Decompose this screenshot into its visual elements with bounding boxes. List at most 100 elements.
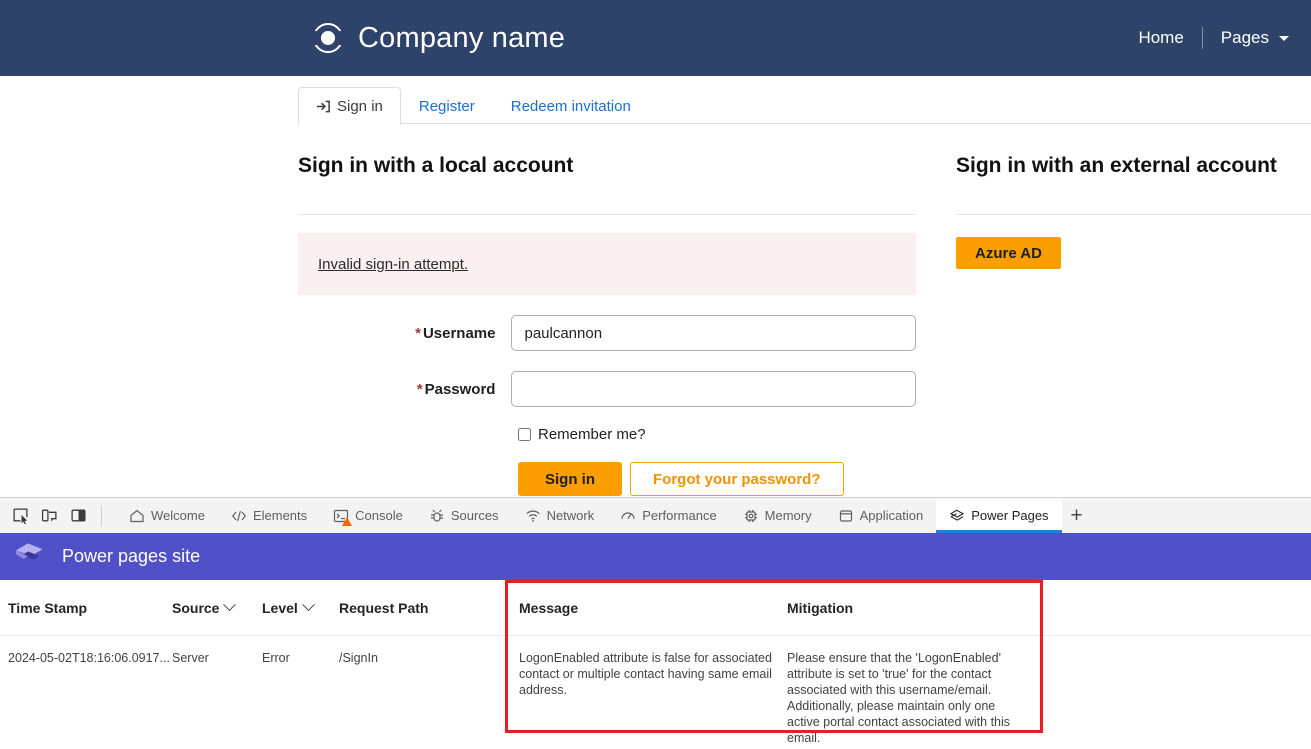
required-marker: *: [417, 381, 423, 398]
username-row: *Username: [298, 315, 916, 351]
tab-sign-in[interactable]: Sign in: [298, 87, 401, 125]
devtools-tab-application-label: Application: [860, 508, 924, 523]
signin-page: Sign in Register Redeem invitation Sign …: [0, 76, 1311, 497]
devtools-tab-sources-label: Sources: [451, 508, 499, 523]
username-field[interactable]: [511, 315, 916, 351]
cell-level: Error: [262, 636, 339, 666]
site-navbar: Company name Home Pages: [0, 0, 1311, 76]
log-table-header: Time Stamp Source Level Request Path Mes…: [0, 580, 1311, 636]
tab-register[interactable]: Register: [401, 87, 493, 124]
tab-redeem-invitation[interactable]: Redeem invitation: [493, 87, 649, 124]
devtools-tab-memory[interactable]: Memory: [730, 498, 825, 533]
column-header-request-path-label: Request Path: [339, 600, 428, 616]
power-pages-diamond-icon: [14, 537, 48, 576]
brand[interactable]: Company name: [313, 22, 565, 55]
power-pages-log-table: Time Stamp Source Level Request Path Mes…: [0, 580, 1311, 749]
username-label: *Username: [298, 325, 511, 342]
local-account-column: Sign in with a local account Invalid sig…: [298, 124, 936, 496]
devtools-tab-performance[interactable]: Performance: [607, 498, 729, 533]
column-header-source[interactable]: Source: [172, 600, 262, 616]
cell-mitigation: Please ensure that the 'LogonEnabled' at…: [773, 636, 1028, 746]
devtools-tab-application[interactable]: Application: [825, 498, 937, 533]
tab-redeem-invitation-label: Redeem invitation: [511, 98, 631, 115]
device-toolbar-icon[interactable]: [37, 504, 61, 528]
devtools-tab-console-label: Console: [355, 508, 403, 523]
code-brackets-icon: [231, 508, 247, 524]
column-header-time-stamp[interactable]: Time Stamp: [0, 600, 172, 616]
dock-side-icon[interactable]: [66, 504, 90, 528]
password-label: *Password: [298, 381, 511, 398]
devtools-tab-memory-label: Memory: [765, 508, 812, 523]
forgot-password-button[interactable]: Forgot your password?: [630, 462, 844, 496]
required-marker: *: [415, 325, 421, 342]
bug-icon: [429, 508, 445, 524]
signin-button-row: Sign in Forgot your password?: [298, 462, 916, 496]
column-header-mitigation-label: Mitigation: [787, 600, 853, 616]
nav-link-pages[interactable]: Pages: [1203, 24, 1287, 52]
devtools-tab-power-pages[interactable]: Power Pages: [936, 498, 1061, 533]
sign-in-button[interactable]: Sign in: [518, 462, 622, 496]
cell-message: LogonEnabled attribute is false for asso…: [505, 636, 773, 698]
console-warning-badge: [342, 517, 352, 526]
column-header-time-stamp-label: Time Stamp: [8, 600, 87, 616]
column-header-message[interactable]: Message: [505, 600, 773, 616]
sign-in-icon: [316, 99, 331, 114]
devtools-tabbar: Welcome Elements Console: [0, 498, 1311, 533]
home-icon: [129, 508, 145, 524]
devtools-tab-network[interactable]: Network: [512, 498, 608, 533]
username-label-text: Username: [423, 325, 496, 342]
chip-icon: [743, 508, 759, 524]
password-row: *Password: [298, 371, 916, 407]
navbar-links: Home Pages: [1120, 24, 1293, 52]
auth-tabs: Sign in Register Redeem invitation: [0, 76, 1311, 124]
console-terminal-icon: [333, 508, 349, 524]
devtools-tab-elements-label: Elements: [253, 508, 307, 523]
table-row[interactable]: 2024-05-02T18:16:06.0917... Server Error…: [0, 636, 1311, 749]
password-label-text: Password: [425, 381, 496, 398]
column-header-request-path[interactable]: Request Path: [339, 600, 505, 616]
column-header-mitigation[interactable]: Mitigation: [773, 600, 1028, 616]
chevron-down-icon[interactable]: [302, 598, 315, 611]
cell-request-path: /SignIn: [339, 636, 505, 666]
azure-ad-button[interactable]: Azure AD: [956, 237, 1061, 269]
remember-me-label[interactable]: Remember me?: [538, 426, 646, 443]
add-panel-button[interactable]: +: [1062, 498, 1092, 533]
cell-spacer: [1028, 636, 1311, 650]
brand-name: Company name: [358, 22, 565, 55]
cell-source: Server: [172, 636, 262, 666]
signin-error-link[interactable]: Invalid sign-in attempt.: [318, 256, 468, 273]
devtools-tab-network-label: Network: [547, 508, 595, 523]
chevron-down-icon[interactable]: [224, 598, 237, 611]
devtools-tab-power-pages-label: Power Pages: [971, 508, 1048, 523]
devtools-tab-welcome-label: Welcome: [151, 508, 205, 523]
section-divider: [298, 214, 916, 215]
tab-sign-in-label: Sign in: [337, 98, 383, 115]
password-field[interactable]: [511, 371, 916, 407]
devtools-panel: Welcome Elements Console: [0, 497, 1311, 749]
power-pages-banner: Power pages site: [0, 533, 1311, 580]
gauge-icon: [620, 508, 636, 524]
remember-me-row: Remember me?: [298, 426, 916, 443]
devtools-tab-console[interactable]: Console: [320, 498, 416, 533]
chevron-down-icon[interactable]: [1279, 36, 1289, 41]
devtools-tab-performance-label: Performance: [642, 508, 716, 523]
devtools-tab-sources[interactable]: Sources: [416, 498, 512, 533]
external-account-heading: Sign in with an external account: [956, 154, 1311, 178]
toolbar-divider: [101, 506, 102, 526]
signin-error-alert: Invalid sign-in attempt.: [298, 233, 916, 295]
power-pages-banner-title: Power pages site: [62, 546, 200, 567]
external-account-column: Sign in with an external account Azure A…: [936, 124, 1311, 496]
column-header-level[interactable]: Level: [262, 600, 339, 616]
tab-register-label: Register: [419, 98, 475, 115]
auth-content: Sign in with a local account Invalid sig…: [0, 124, 1311, 496]
remember-me-checkbox[interactable]: [518, 428, 531, 441]
local-account-heading: Sign in with a local account: [298, 154, 916, 178]
inspect-element-icon[interactable]: [8, 504, 32, 528]
cell-time-stamp: 2024-05-02T18:16:06.0917...: [0, 636, 172, 666]
nav-link-home[interactable]: Home: [1120, 24, 1201, 52]
devtools-tab-welcome[interactable]: Welcome: [116, 498, 218, 533]
circle-target-icon: [313, 23, 343, 53]
devtools-tab-elements[interactable]: Elements: [218, 498, 320, 533]
devtools-tabs: Welcome Elements Console: [116, 498, 1092, 533]
database-icon: [838, 508, 854, 524]
